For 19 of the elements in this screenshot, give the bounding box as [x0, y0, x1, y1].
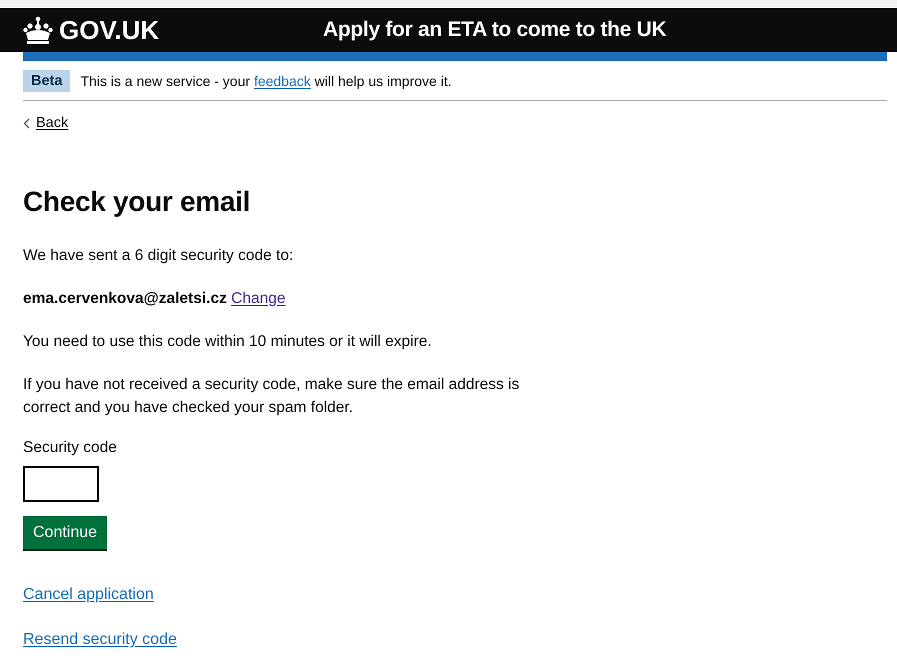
phase-banner-text: This is a new service - your feedback will help us improve it.	[80, 73, 452, 89]
feedback-link[interactable]: feedback	[254, 73, 311, 89]
continue-button[interactable]: Continue	[23, 516, 108, 548]
text-link[interactable]: Resend security code	[23, 630, 177, 648]
crown-icon	[23, 16, 53, 44]
email-address: ema.cervenkova@zaletsi.cz	[23, 290, 227, 306]
text-link[interactable]: Cancel application	[23, 586, 154, 604]
beta-tag: Beta	[23, 70, 70, 92]
back-link[interactable]: Back	[23, 115, 68, 131]
security-code-field[interactable]	[23, 466, 99, 502]
body-text: If you have not received a security code, make sure the email address is correct and you have checked your spam folder.	[23, 374, 520, 418]
field-label: Security code	[23, 438, 118, 456]
gov-uk-logo[interactable]: GOV.UK	[23, 14, 323, 46]
chevron-left-icon	[23, 118, 30, 128]
body-text: You need to use this code within 10 minutes or it will expire.	[23, 332, 433, 352]
page-heading: Check your email	[23, 186, 252, 218]
service-name: Apply for an ETA to come to the UK	[323, 18, 666, 42]
change-link[interactable]: Change	[231, 290, 286, 306]
intro-text: We have sent a 6 digit security code to:	[23, 246, 294, 266]
